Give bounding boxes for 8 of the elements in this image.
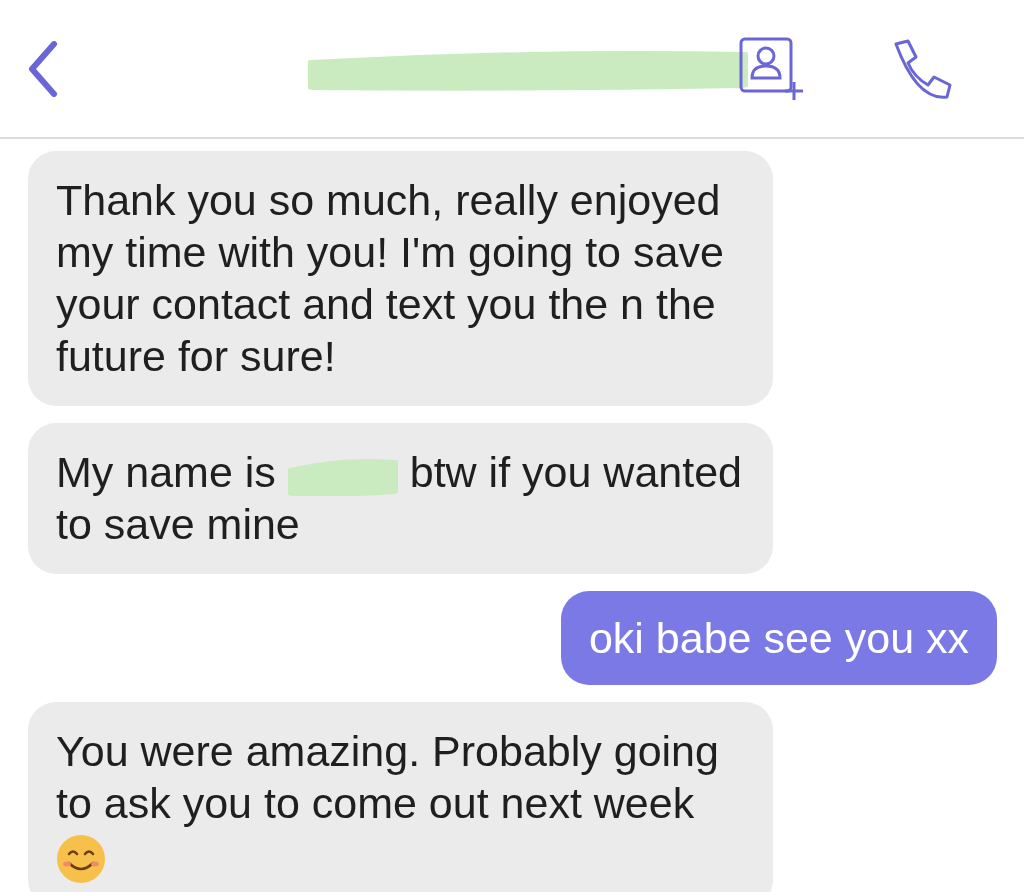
message-text: My name is	[56, 448, 276, 496]
message-text: to save mine	[56, 500, 300, 548]
back-icon[interactable]	[28, 40, 58, 97]
smiling-face-icon	[56, 833, 106, 884]
message-text: btw if you wanted	[409, 448, 742, 496]
message-text: You were amazing. Probably going to ask you to come out next week	[56, 727, 719, 827]
message-text: Thank you so much, really enjoyed my time with you! I'm going to save your contact and text you the n the future for sure!	[56, 176, 724, 380]
message-text: oki babe see you xx	[588, 614, 969, 662]
